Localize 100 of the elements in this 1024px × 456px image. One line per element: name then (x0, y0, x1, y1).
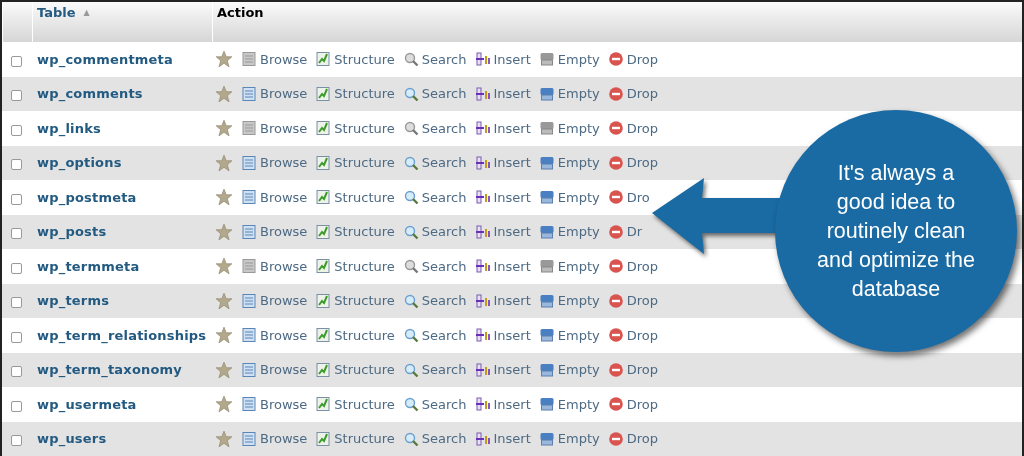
empty-link[interactable]: Empty (538, 292, 600, 309)
favorite-button[interactable] (215, 119, 233, 138)
structure-link[interactable]: Structure (315, 258, 395, 275)
empty-link[interactable]: Empty (538, 223, 600, 240)
drop-link[interactable]: Drop (607, 361, 658, 378)
favorite-button[interactable] (215, 50, 233, 69)
column-header-link[interactable]: Table (37, 5, 76, 20)
browse-link[interactable]: Browse (241, 85, 308, 102)
empty-link[interactable]: Empty (538, 430, 600, 447)
empty-link[interactable]: Empty (538, 189, 600, 206)
drop-link[interactable]: Drop (607, 396, 658, 413)
table-name-link[interactable]: wp_users (32, 431, 107, 447)
table-name-link[interactable]: wp_term_taxonomy (32, 362, 182, 378)
search-link[interactable]: Search (402, 189, 467, 206)
browse-link[interactable]: Browse (241, 327, 308, 344)
insert-link[interactable]: Insert (474, 51, 531, 68)
checkbox[interactable] (11, 124, 22, 136)
search-link[interactable]: Search (402, 361, 467, 378)
empty-link[interactable]: Empty (538, 154, 600, 171)
empty-link[interactable]: Empty (538, 85, 600, 102)
checkbox[interactable] (11, 366, 22, 378)
table-name-link[interactable]: wp_links (32, 120, 101, 136)
insert-link[interactable]: Insert (474, 361, 531, 378)
favorite-button[interactable] (215, 84, 233, 103)
search-link[interactable]: Search (402, 51, 467, 68)
drop-link[interactable]: Drop (607, 51, 658, 68)
drop-link[interactable]: Drop (607, 430, 658, 447)
checkbox[interactable] (11, 90, 22, 102)
structure-link[interactable]: Structure (315, 51, 395, 68)
table-name-link[interactable]: wp_usermeta (32, 396, 137, 412)
structure-link[interactable]: Structure (315, 292, 395, 309)
insert-link[interactable]: Insert (474, 396, 531, 413)
table-name-link[interactable]: wp_term_relationships (32, 327, 207, 343)
empty-link[interactable]: Empty (538, 258, 600, 275)
search-link[interactable]: Search (402, 396, 467, 413)
structure-link[interactable]: Structure (315, 85, 395, 102)
browse-link[interactable]: Browse (241, 120, 308, 137)
search-link[interactable]: Search (402, 430, 467, 447)
search-link[interactable]: Search (402, 120, 467, 137)
search-link[interactable]: Search (402, 154, 467, 171)
table-name-link[interactable]: wp_terms (32, 293, 110, 309)
empty-link[interactable]: Empty (538, 327, 600, 344)
insert-link[interactable]: Insert (474, 154, 531, 171)
browse-link[interactable]: Browse (241, 361, 308, 378)
checkbox[interactable] (11, 435, 22, 447)
structure-link[interactable]: Structure (315, 327, 395, 344)
favorite-button[interactable] (215, 360, 233, 379)
browse-link[interactable]: Browse (241, 292, 308, 309)
structure-link[interactable]: Structure (315, 189, 395, 206)
table-name-link[interactable]: wp_comments (32, 86, 143, 102)
insert-link[interactable]: Insert (474, 327, 531, 344)
insert-link[interactable]: Insert (474, 258, 531, 275)
structure-link[interactable]: Structure (315, 154, 395, 171)
empty-link[interactable]: Empty (538, 396, 600, 413)
search-link[interactable]: Search (402, 258, 467, 275)
drop-link[interactable]: Drop (607, 120, 658, 137)
browse-link[interactable]: Browse (241, 258, 308, 275)
browse-link[interactable]: Browse (241, 396, 308, 413)
empty-link[interactable]: Empty (538, 120, 600, 137)
checkbox[interactable] (11, 159, 22, 171)
browse-link[interactable]: Browse (241, 189, 308, 206)
browse-link[interactable]: Browse (241, 430, 308, 447)
structure-link[interactable]: Structure (315, 120, 395, 137)
favorite-button[interactable] (215, 429, 233, 448)
favorite-button[interactable] (215, 222, 233, 241)
structure-link[interactable]: Structure (315, 361, 395, 378)
drop-link[interactable]: Drop (607, 85, 658, 102)
empty-link[interactable]: Empty (538, 51, 600, 68)
structure-link[interactable]: Structure (315, 396, 395, 413)
favorite-button[interactable] (215, 291, 233, 310)
table-name-link[interactable]: wp_postmeta (32, 189, 137, 205)
drop-link[interactable]: Drop (607, 154, 658, 171)
structure-link[interactable]: Structure (315, 430, 395, 447)
favorite-button[interactable] (215, 257, 233, 276)
insert-link[interactable]: Insert (474, 430, 531, 447)
checkbox[interactable] (11, 262, 22, 274)
browse-link[interactable]: Browse (241, 51, 308, 68)
table-name-link[interactable]: wp_options (32, 155, 122, 171)
insert-link[interactable]: Insert (474, 120, 531, 137)
search-link[interactable]: Search (402, 327, 467, 344)
drop-link[interactable]: Dro (607, 189, 650, 206)
drop-link[interactable]: Drop (607, 327, 658, 344)
drop-link[interactable]: Dr (607, 223, 643, 240)
checkbox[interactable] (11, 297, 22, 309)
empty-link[interactable]: Empty (538, 361, 600, 378)
drop-link[interactable]: Drop (607, 258, 658, 275)
checkbox[interactable] (11, 193, 22, 205)
favorite-button[interactable] (215, 395, 233, 414)
search-link[interactable]: Search (402, 85, 467, 102)
drop-link[interactable]: Drop (607, 292, 658, 309)
favorite-button[interactable] (215, 188, 233, 207)
insert-link[interactable]: Insert (474, 85, 531, 102)
insert-link[interactable]: Insert (474, 189, 531, 206)
checkbox[interactable] (11, 55, 22, 67)
checkbox[interactable] (11, 331, 22, 343)
browse-link[interactable]: Browse (241, 223, 308, 240)
table-name-link[interactable]: wp_termmeta (32, 258, 140, 274)
favorite-button[interactable] (215, 153, 233, 172)
favorite-button[interactable] (215, 326, 233, 345)
browse-link[interactable]: Browse (241, 154, 308, 171)
